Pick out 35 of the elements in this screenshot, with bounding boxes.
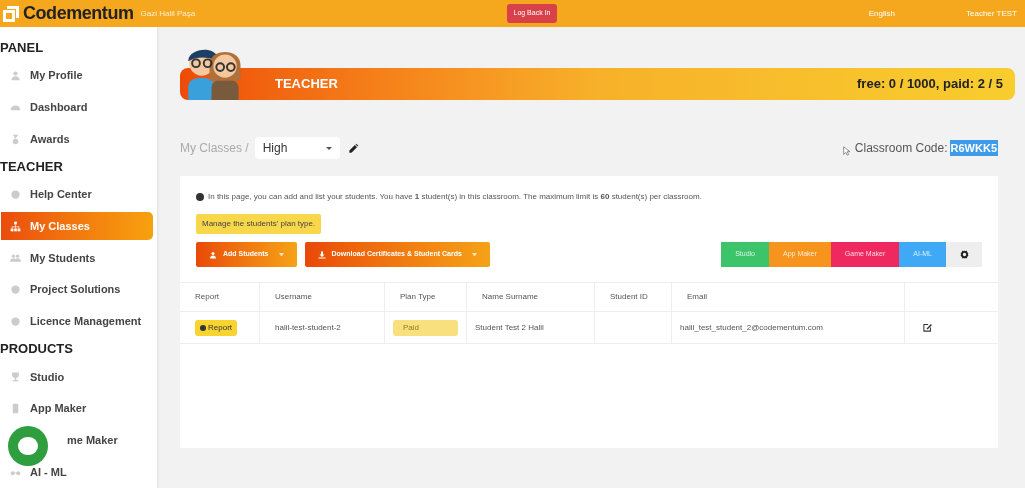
class-select[interactable]: High bbox=[254, 137, 340, 159]
user-note: Gazi Halil Paşa bbox=[140, 7, 196, 20]
classroom-code-label: Classroom Code: bbox=[854, 140, 948, 157]
table-cell: halil-test-student-2 bbox=[260, 312, 385, 343]
sidebar-item[interactable]: Licence Management bbox=[0, 307, 157, 336]
sidebar-heading: TEACHER bbox=[0, 158, 64, 177]
table-cell: halil_test_student_2@codementum.com bbox=[672, 312, 905, 343]
table-cell: Student Test 2 Halil bbox=[467, 312, 595, 343]
column-header: Username bbox=[260, 283, 385, 311]
column-header: Email bbox=[672, 283, 905, 311]
sidebar-heading: PRODUCTS bbox=[0, 340, 74, 359]
sidebar-item[interactable]: AI - ML bbox=[0, 458, 157, 486]
sidebar-item[interactable]: Awards bbox=[0, 125, 157, 153]
brand-name: Codementum bbox=[23, 2, 134, 25]
banner-title: TEACHER bbox=[275, 75, 338, 94]
sidebar-item[interactable]: My Profile bbox=[0, 61, 157, 90]
manage-plan-button[interactable]: Manage the students' plan type. bbox=[196, 214, 322, 234]
info-text: In this page, you can add and list your students. You have 1 student(s) in this classroom. The maximum limit is 60 student(s) per classroom. bbox=[208, 191, 702, 203]
sidebar-item[interactable]: me Maker bbox=[0, 426, 157, 455]
sidebar-item[interactable]: My Students bbox=[0, 244, 157, 272]
sidebar-item[interactable]: Project Solutions bbox=[0, 275, 157, 304]
sidebar-item[interactable]: Studio bbox=[0, 363, 157, 391]
sidebar-heading: PANEL bbox=[0, 39, 45, 58]
column-header: Student ID bbox=[595, 283, 672, 311]
column-header: Name Surname bbox=[467, 283, 595, 311]
breadcrumb: My Classes / bbox=[180, 140, 249, 157]
column-header: Plan Type bbox=[385, 283, 467, 311]
plan-type-badge: Paid bbox=[393, 319, 458, 336]
sidebar-item[interactable]: Dashboard bbox=[0, 93, 157, 122]
column-header: Report bbox=[180, 283, 260, 311]
sidebar-item[interactable]: App Maker bbox=[0, 394, 157, 423]
classroom-code: R6WKK5 bbox=[949, 139, 998, 157]
quota-text: free: 0 / 1000, paid: 2 / 5 bbox=[857, 75, 1003, 94]
sidebar-item[interactable]: Help Center bbox=[0, 180, 157, 209]
report-button[interactable]: Report bbox=[195, 319, 237, 336]
